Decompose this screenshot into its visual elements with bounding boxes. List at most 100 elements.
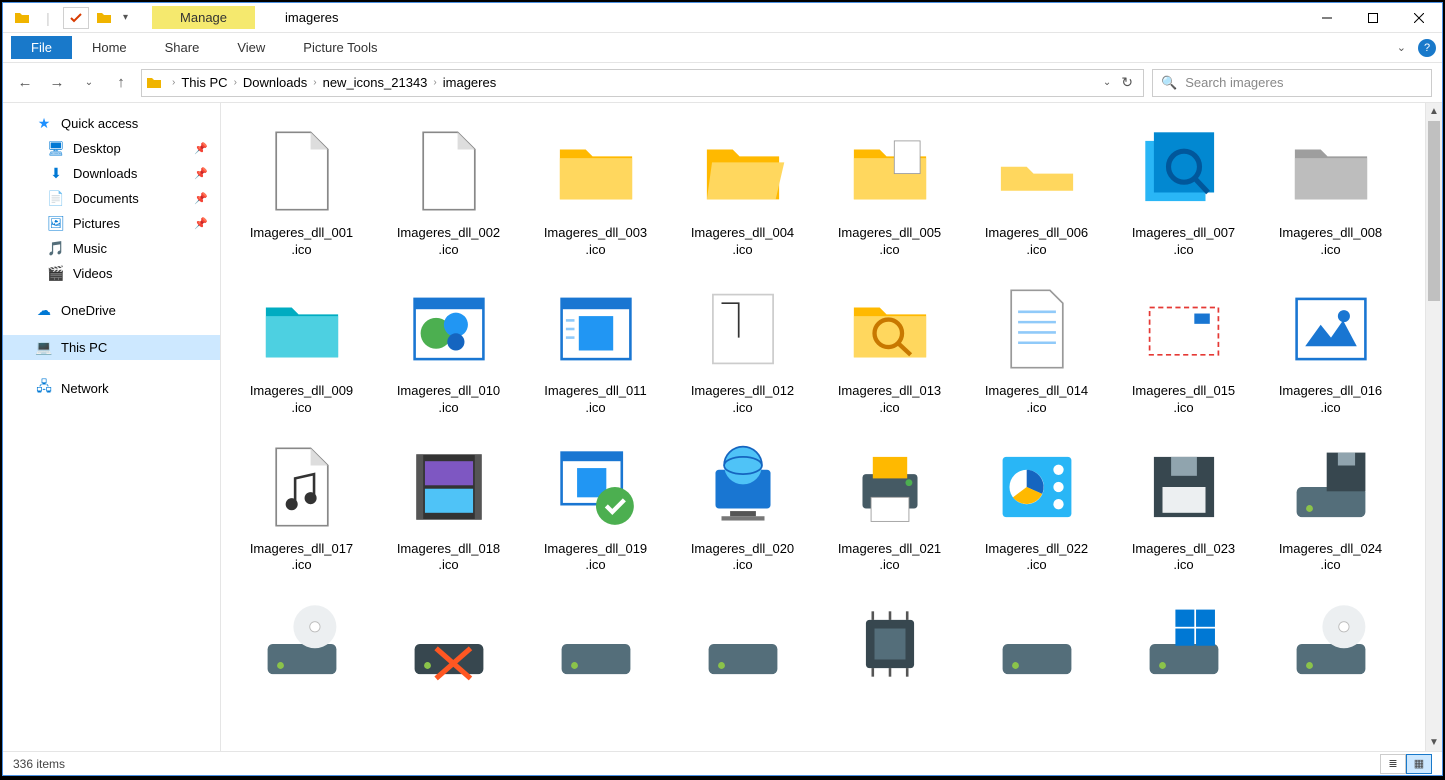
explorer-window: | ▾ Manage imageres File HomeShareView P…	[2, 2, 1443, 776]
file-item[interactable]: Imageres_dll_021.ico	[817, 433, 962, 579]
breadcrumb-part[interactable]: new_icons_21343	[323, 75, 428, 90]
documents-icon: 📄	[47, 190, 65, 207]
nav-recent-dropdown[interactable]: ⌄	[77, 71, 101, 95]
nav-back-button[interactable]: ←	[13, 71, 37, 95]
file-item[interactable]: Imageres_dll_016.ico	[1258, 275, 1403, 421]
qat-properties-icon[interactable]	[63, 7, 89, 29]
address-bar[interactable]: › This PC›Downloads›new_icons_21343›imag…	[141, 69, 1144, 97]
picture-tools-tab[interactable]: Picture Tools	[285, 36, 395, 59]
help-icon[interactable]: ?	[1418, 39, 1436, 57]
file-item[interactable]	[229, 590, 374, 702]
ribbon-tab-share[interactable]: Share	[147, 36, 218, 59]
file-item[interactable]: Imageres_dll_013.ico	[817, 275, 962, 421]
nav-forward-button[interactable]: →	[45, 71, 69, 95]
nav-quick-access[interactable]: ★ Quick access	[3, 111, 220, 136]
file-tab[interactable]: File	[11, 36, 72, 59]
ribbon-tab-view[interactable]: View	[219, 36, 283, 59]
file-name-label: Imageres_dll_004.ico	[691, 225, 794, 259]
breadcrumb-part[interactable]: Downloads	[243, 75, 307, 90]
nav-this-pc[interactable]: 💻 This PC	[3, 335, 220, 360]
nav-label: Pictures	[73, 216, 120, 231]
file-item[interactable]: Imageres_dll_015.ico	[1111, 275, 1256, 421]
file-item[interactable]: Imageres_dll_009.ico	[229, 275, 374, 421]
window-title: imageres	[255, 10, 338, 25]
file-item[interactable]: Imageres_dll_002.ico	[376, 117, 521, 263]
file-item[interactable]: Imageres_dll_020.ico	[670, 433, 815, 579]
printer-icon	[840, 437, 940, 537]
view-details-button[interactable]: ≣	[1380, 754, 1406, 774]
file-name-label: Imageres_dll_002.ico	[397, 225, 500, 259]
file-item[interactable]: Imageres_dll_001.ico	[229, 117, 374, 263]
pc-icon: 💻	[35, 339, 53, 356]
view-large-icons-button[interactable]: ▦	[1406, 754, 1432, 774]
file-item[interactable]: Imageres_dll_006.ico	[964, 117, 1109, 263]
nav-network[interactable]: 🖧 Network	[3, 372, 220, 404]
qat-dropdown-icon[interactable]: ▾	[119, 12, 132, 23]
file-item[interactable]	[1111, 590, 1256, 702]
file-name-label: Imageres_dll_013.ico	[838, 383, 941, 417]
file-item[interactable]: Imageres_dll_018.ico	[376, 433, 521, 579]
nav-item-videos[interactable]: 🎬Videos	[3, 261, 220, 286]
file-item[interactable]	[376, 590, 521, 702]
manage-context-tab[interactable]: Manage	[152, 6, 255, 29]
chevron-right-icon[interactable]: ›	[166, 77, 181, 88]
search-input[interactable]: 🔍 Search imageres	[1152, 69, 1432, 97]
vertical-scrollbar[interactable]: ▲ ▼	[1425, 103, 1442, 751]
nav-up-button[interactable]: ↑	[109, 71, 133, 95]
ribbon-tab-home[interactable]: Home	[74, 36, 145, 59]
file-item[interactable]	[523, 590, 668, 702]
mail-icon	[1134, 279, 1234, 379]
title-bar: | ▾ Manage imageres	[3, 3, 1442, 33]
scroll-up-icon[interactable]: ▲	[1426, 103, 1442, 120]
file-item[interactable]: Imageres_dll_019.ico	[523, 433, 668, 579]
minimize-button[interactable]	[1304, 3, 1350, 33]
chevron-right-icon[interactable]: ›	[427, 77, 442, 88]
file-item[interactable]: Imageres_dll_024.ico	[1258, 433, 1403, 579]
status-bar: 336 items ≣ ▦	[3, 751, 1442, 775]
scroll-thumb[interactable]	[1428, 121, 1440, 301]
pictures-icon: 🖼	[47, 215, 65, 232]
chevron-right-icon[interactable]: ›	[307, 77, 322, 88]
file-name-label: Imageres_dll_003.ico	[544, 225, 647, 259]
file-item[interactable]: Imageres_dll_004.ico	[670, 117, 815, 263]
file-item[interactable]: Imageres_dll_011.ico	[523, 275, 668, 421]
nav-onedrive[interactable]: ☁ OneDrive	[3, 298, 220, 323]
close-button[interactable]	[1396, 3, 1442, 33]
file-item[interactable]: Imageres_dll_008.ico	[1258, 117, 1403, 263]
file-item[interactable]: Imageres_dll_010.ico	[376, 275, 521, 421]
file-item[interactable]: Imageres_dll_003.ico	[523, 117, 668, 263]
file-item[interactable]: Imageres_dll_014.ico	[964, 275, 1109, 421]
file-item[interactable]: Imageres_dll_005.ico	[817, 117, 962, 263]
maximize-button[interactable]	[1350, 3, 1396, 33]
chevron-right-icon[interactable]: ›	[228, 77, 243, 88]
folder-empty-icon	[987, 121, 1087, 221]
scroll-down-icon[interactable]: ▼	[1426, 734, 1442, 751]
ribbon-collapse-icon[interactable]: ⌄	[1391, 41, 1412, 54]
file-item[interactable]: Imageres_dll_017.ico	[229, 433, 374, 579]
refresh-button[interactable]: ↻	[1121, 74, 1133, 91]
file-item[interactable]: Imageres_dll_012.ico	[670, 275, 815, 421]
file-item[interactable]: Imageres_dll_022.ico	[964, 433, 1109, 579]
file-item[interactable]	[1258, 590, 1403, 702]
breadcrumb-part[interactable]: This PC	[181, 75, 227, 90]
file-item[interactable]: Imageres_dll_007.ico	[1111, 117, 1256, 263]
drive-icon	[546, 594, 646, 694]
file-name-label: Imageres_dll_022.ico	[985, 541, 1088, 575]
breadcrumb-part[interactable]: imageres	[443, 75, 496, 90]
file-name-label: Imageres_dll_008.ico	[1279, 225, 1382, 259]
file-item[interactable]	[964, 590, 1109, 702]
nav-item-desktop[interactable]: 🖥Desktop📌	[3, 136, 220, 161]
file-item[interactable]	[670, 590, 815, 702]
nav-item-downloads[interactable]: ⬇Downloads📌	[3, 161, 220, 186]
nav-item-pictures[interactable]: 🖼Pictures📌	[3, 211, 220, 236]
file-item[interactable]: Imageres_dll_023.ico	[1111, 433, 1256, 579]
nav-item-documents[interactable]: 📄Documents📌	[3, 186, 220, 211]
file-name-label: Imageres_dll_021.ico	[838, 541, 941, 575]
file-item[interactable]	[817, 590, 962, 702]
address-dropdown-icon[interactable]: ⌄	[1103, 77, 1111, 88]
files-view[interactable]: Imageres_dll_001.ico Imageres_dll_002.ico…	[221, 103, 1425, 751]
qat-new-folder-icon[interactable]	[93, 7, 115, 29]
nav-item-music[interactable]: 🎵Music	[3, 236, 220, 261]
network-icon: 🖧	[35, 376, 53, 400]
file-name-label: Imageres_dll_016.ico	[1279, 383, 1382, 417]
